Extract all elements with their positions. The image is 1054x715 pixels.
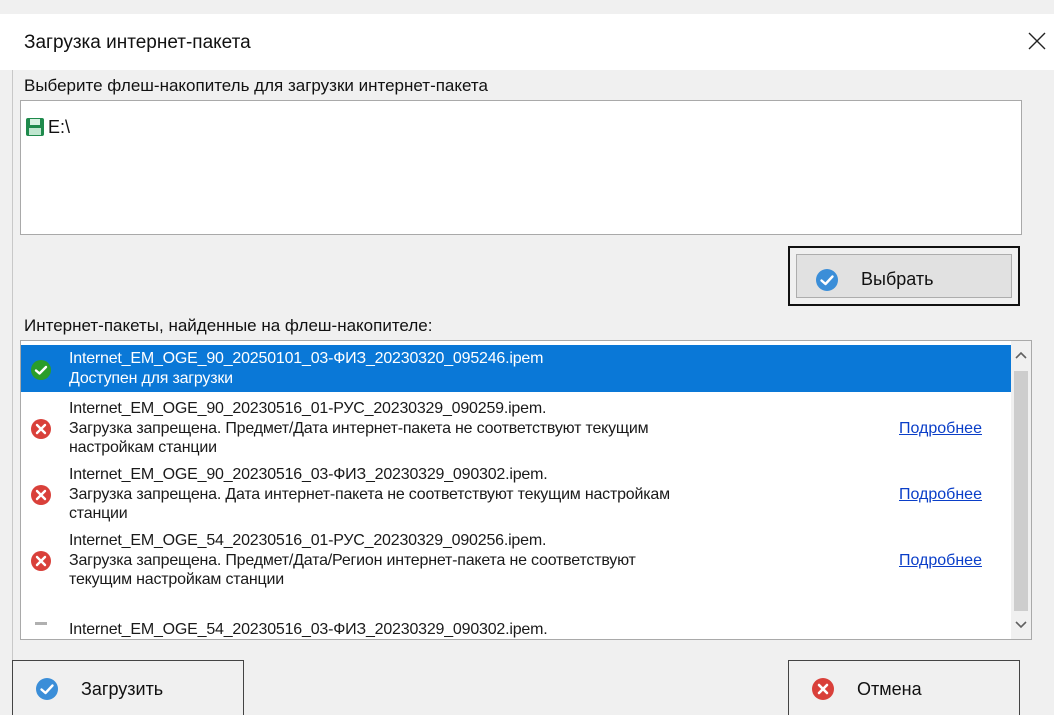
error-circle-icon <box>31 551 51 571</box>
window-title: Загрузка интернет-пакета <box>24 32 251 53</box>
drive-item[interactable]: E:\ <box>25 115 70 139</box>
title-bar: Загрузка интернет-пакета <box>0 14 1054 70</box>
close-icon[interactable] <box>1026 30 1048 52</box>
select-button-face: Выбрать <box>796 254 1012 298</box>
package-status: станции <box>69 505 128 522</box>
package-status: настройкам станции <box>69 439 217 456</box>
package-status: Доступен для загрузки <box>69 370 233 387</box>
error-circle-icon <box>31 419 51 439</box>
drive-name: E:\ <box>48 116 71 137</box>
package-row[interactable]: Internet_EM_OGE_90_20250101_03-ФИЗ_20230… <box>21 345 1011 392</box>
select-button[interactable]: Выбрать <box>788 246 1020 306</box>
package-details-link[interactable]: Подробнее <box>899 420 982 438</box>
drive-list-label: Выберите флеш-накопитель для загрузки ин… <box>24 76 488 95</box>
package-status: текущим настройкам станции <box>69 571 284 588</box>
load-button-label: Загрузить <box>81 679 164 699</box>
package-filename: Internet_EM_OGE_54_20230516_03-ФИЗ_20230… <box>69 621 548 638</box>
packages-scrollbar[interactable] <box>1011 341 1031 639</box>
package-details-link[interactable]: Подробнее <box>899 552 982 570</box>
select-button-label: Выбрать <box>861 269 934 289</box>
error-circle-icon <box>31 485 51 505</box>
scroll-thumb[interactable] <box>1014 371 1028 611</box>
dialog-border <box>12 14 13 715</box>
package-filename: Internet_EM_OGE_90_20230516_01-РУС_20230… <box>69 400 547 417</box>
package-details-link[interactable]: Подробнее <box>899 486 982 504</box>
packages-list[interactable]: Internet_EM_OGE_90_20250101_03-ФИЗ_20230… <box>20 340 1032 640</box>
check-circle-icon <box>816 269 838 291</box>
package-status: Загрузка запрещена. Дата интернет-пакета… <box>69 486 670 503</box>
package-status: Загрузка запрещена. Предмет/Дата интерне… <box>69 420 649 437</box>
check-circle-icon <box>36 678 58 700</box>
drive-list[interactable]: E:\ <box>20 100 1022 235</box>
scroll-down-icon[interactable] <box>1011 615 1031 635</box>
package-row[interactable]: Internet_EM_OGE_90_20230516_03-ФИЗ_20230… <box>21 460 1011 526</box>
error-circle-icon <box>812 678 834 700</box>
cancel-button[interactable]: Отмена <box>788 660 1020 715</box>
floppy-disk-icon <box>26 118 44 136</box>
partial-status-icon <box>35 622 47 625</box>
package-row[interactable]: Internet_EM_OGE_90_20230516_01-РУС_20230… <box>21 394 1011 460</box>
check-circle-icon <box>31 360 51 380</box>
package-filename: Internet_EM_OGE_90_20250101_03-ФИЗ_20230… <box>69 350 544 367</box>
scroll-up-icon[interactable] <box>1011 345 1031 365</box>
package-row[interactable]: Internet_EM_OGE_54_20230516_01-РУС_20230… <box>21 526 1011 592</box>
package-filename: Internet_EM_OGE_54_20230516_01-РУС_20230… <box>69 532 547 549</box>
package-filename: Internet_EM_OGE_90_20230516_03-ФИЗ_20230… <box>69 466 548 483</box>
package-row[interactable]: Internet_EM_OGE_54_20230516_03-ФИЗ_20230… <box>21 592 1011 639</box>
load-button[interactable]: Загрузить <box>12 660 244 715</box>
package-status: Загрузка запрещена. Предмет/Дата/Регион … <box>69 552 636 569</box>
cancel-button-label: Отмена <box>857 679 922 699</box>
packages-list-label: Интернет-пакеты, найденные на флеш-накоп… <box>24 316 433 335</box>
upload-dialog: Загрузка интернет-пакета Выберите флеш-н… <box>0 0 1054 715</box>
